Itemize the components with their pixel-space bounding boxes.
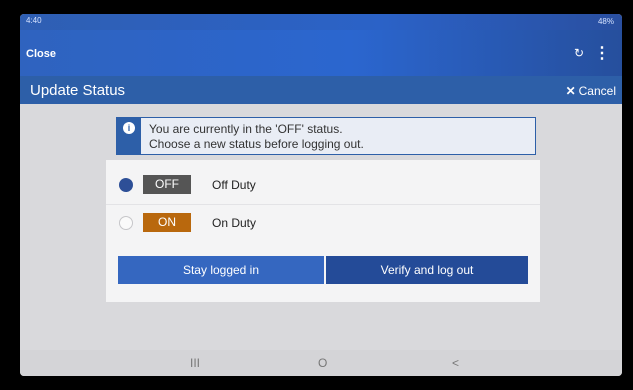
status-option-on[interactable]: ON On Duty xyxy=(106,206,540,242)
dialog-titlebar: Update Status ✕ Cancel xyxy=(20,76,622,104)
status-tag-on: ON xyxy=(143,213,191,232)
android-nav-bar: III O < xyxy=(20,350,622,376)
stay-logged-in-button[interactable]: Stay logged in xyxy=(118,256,324,284)
status-label-on: On Duty xyxy=(212,216,257,230)
status-panel: OFF Off Duty ON On Duty Stay logged in V… xyxy=(106,160,540,302)
verify-logout-button[interactable]: Verify and log out xyxy=(326,256,528,284)
dialog-content: i You are currently in the 'OFF' status.… xyxy=(20,104,622,350)
refresh-icon[interactable]: ↻ xyxy=(574,46,584,60)
close-icon: ✕ xyxy=(565,84,576,98)
cancel-label: Cancel xyxy=(578,84,616,98)
info-banner: i You are currently in the 'OFF' status.… xyxy=(116,117,536,155)
system-status-bar: 4:40 48% xyxy=(20,14,622,30)
info-icon-column: i xyxy=(117,118,141,154)
clock-text: 4:40 xyxy=(26,16,42,25)
more-vert-icon[interactable]: ⋮ xyxy=(594,43,610,63)
close-button[interactable]: Close xyxy=(26,48,56,60)
info-line-2: Choose a new status before logging out. xyxy=(149,137,364,151)
app-toolbar: Close ↻ ⋮ xyxy=(20,30,622,76)
cancel-button[interactable]: ✕ Cancel xyxy=(566,84,616,98)
status-label-off: Off Duty xyxy=(212,178,256,192)
home-button[interactable]: O xyxy=(318,356,327,370)
radio-selected[interactable] xyxy=(119,178,133,192)
device-screen: 4:40 48% Close ↻ ⋮ Update Status ✕ Cancel… xyxy=(20,14,622,376)
info-icon: i xyxy=(123,122,135,134)
recent-apps-button[interactable]: III xyxy=(190,356,200,370)
status-tag-off: OFF xyxy=(143,175,191,194)
radio-unselected[interactable] xyxy=(119,216,133,230)
status-option-off[interactable]: OFF Off Duty xyxy=(106,168,540,205)
info-line-1: You are currently in the 'OFF' status. xyxy=(149,122,343,136)
dialog-title: Update Status xyxy=(30,82,126,99)
back-button[interactable]: < xyxy=(452,356,459,370)
battery-status: 48% xyxy=(597,17,614,26)
